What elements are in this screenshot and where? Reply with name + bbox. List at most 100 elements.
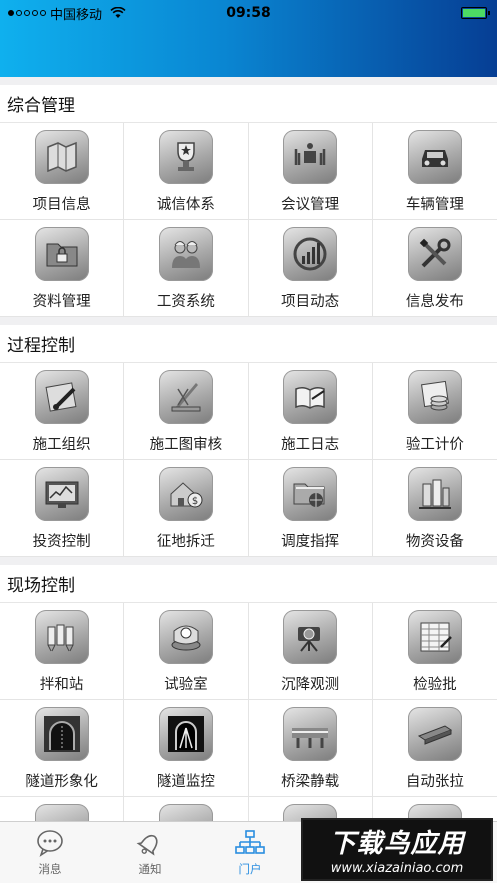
grid-item-label: 自动张拉	[405, 774, 464, 790]
grid-item-label: 隧道监控	[156, 774, 215, 790]
section-process-control: 过程控制 施工组织 施工图审核 施工日志 验工计价投资控制 $ 征地拆迁 调度指挥 物资设备	[0, 325, 497, 557]
section-comprehensive-management: 综合管理 项目信息 诚信体系 会议管理 车辆管理资料管理 工资系统 项目动态 信息发布	[0, 85, 497, 317]
grid-item[interactable]: 拌和站	[0, 603, 125, 700]
grid-item[interactable]: 投资控制	[0, 460, 125, 557]
open-book-icon	[283, 370, 338, 424]
section-grid: 施工组织 施工图审核 施工日志 验工计价投资控制 $ 征地拆迁 调度指挥 物资设备	[0, 363, 497, 557]
beam-icon	[407, 707, 462, 761]
grid-item[interactable]: 隧道监控	[124, 700, 249, 797]
section-title: 过程控制	[0, 325, 497, 363]
map-scroll-icon	[34, 130, 89, 184]
grid-item[interactable]: 会议管理	[248, 123, 373, 220]
car-icon	[407, 130, 462, 184]
grid-item-label: 信息发布	[405, 294, 464, 310]
grid-item-label: 拌和站	[39, 677, 84, 693]
grid-item[interactable]: 试验室	[124, 603, 249, 700]
section-site-control: 现场控制 拌和站 试验室 沉降观测 检验批隧道形象化 隧道监控 桥梁静载 自动张拉	[0, 565, 497, 797]
tab-notifications[interactable]: 通知	[100, 822, 200, 883]
grid-item[interactable]: 物资设备	[372, 460, 497, 557]
grid-item-label: 桥梁静载	[281, 774, 340, 790]
bar-chart-icon	[283, 227, 338, 281]
grid-item-label: 投资控制	[32, 534, 91, 550]
bell-icon	[136, 834, 158, 856]
grid-item[interactable]: 自动张拉	[372, 700, 497, 797]
grid-item[interactable]: 施工日志	[248, 363, 373, 460]
monitor-chart-icon	[34, 467, 89, 521]
grid-item-label: 资料管理	[32, 294, 91, 310]
silos-icon	[34, 610, 89, 664]
grid-item-label: 项目动态	[281, 294, 340, 310]
grid-item[interactable]: 沉降观测	[248, 603, 373, 700]
grid-item[interactable]: 工资系统	[124, 220, 249, 317]
grid-item[interactable]: 项目信息	[0, 123, 125, 220]
grid-item-label: 试验室	[164, 677, 208, 693]
grid-item-label: 工资系统	[156, 294, 215, 310]
grid-item-label: 诚信体系	[156, 197, 215, 213]
tools-icon	[407, 227, 462, 281]
grid-item-label: 施工日志	[281, 437, 340, 453]
calculator-coins-icon	[407, 370, 462, 424]
org-chart-icon	[235, 830, 265, 854]
camera-survey-icon	[283, 610, 338, 664]
house-dollar-icon: $	[158, 467, 213, 521]
workers-icon	[158, 227, 213, 281]
watermark-title: 下载鸟应用	[329, 829, 465, 859]
meeting-icon	[283, 130, 338, 184]
partial-grid-item[interactable]	[0, 797, 125, 821]
grid-item[interactable]: 调度指挥	[248, 460, 373, 557]
grid-item-label: 检验批	[413, 677, 457, 693]
grid-item-label: 调度指挥	[281, 534, 340, 550]
tab-label: 消息	[38, 862, 62, 876]
buildings-icon	[407, 467, 462, 521]
folder-globe-icon	[283, 467, 338, 521]
tab-portal[interactable]: 门户	[200, 822, 300, 883]
blueprint-pen-icon	[34, 370, 89, 424]
locked-folder-icon	[34, 227, 89, 281]
grid-item[interactable]: 施工组织	[0, 363, 125, 460]
grid-item-label: 沉降观测	[281, 677, 340, 693]
grid-item[interactable]: 施工图审核	[124, 363, 249, 460]
bridge-icon	[283, 707, 338, 761]
tunnel-monitor-icon	[158, 707, 213, 761]
grid-item-label: 物资设备	[405, 534, 464, 550]
tab-messages[interactable]: 消息	[0, 822, 100, 883]
drafting-tools-icon	[158, 370, 213, 424]
grid-item[interactable]: 隧道形象化	[0, 700, 125, 797]
grid-item[interactable]: 验工计价	[372, 363, 497, 460]
section-title: 综合管理	[0, 85, 497, 123]
watermark-logo: 下载鸟应用 www.xiazainiao.com	[301, 818, 493, 881]
grid-item[interactable]: 信息发布	[372, 220, 497, 317]
spreadsheet-icon	[407, 610, 462, 664]
grid-item-label: 隧道形象化	[25, 774, 98, 790]
grid-item[interactable]: 诚信体系	[124, 123, 249, 220]
grid-item-label: 车辆管理	[405, 197, 464, 213]
grid-item-label: 项目信息	[32, 197, 91, 213]
grid-item-label: 会议管理	[281, 197, 340, 213]
clock: 09:58	[226, 5, 271, 21]
lab-gauge-icon	[158, 610, 213, 664]
grid-item[interactable]: 车辆管理	[372, 123, 497, 220]
grid-item-label: 验工计价	[405, 437, 464, 453]
grid-item-label: 施工图审核	[149, 437, 223, 453]
tab-label: 通知	[138, 862, 162, 876]
trophy-icon	[158, 130, 213, 184]
portal-content[interactable]: 综合管理 项目信息 诚信体系 会议管理 车辆管理资料管理 工资系统 项目动态 信息发布 过程…	[0, 77, 497, 821]
grid-item[interactable]: 检验批	[372, 603, 497, 700]
grid-item[interactable]: 资料管理	[0, 220, 125, 317]
svg-text:$: $	[192, 496, 198, 507]
watermark-url: www.xiazainiao.com	[330, 861, 464, 876]
partial-grid-item[interactable]	[124, 797, 249, 821]
grid-item[interactable]: 桥梁静载	[248, 700, 373, 797]
grid-item-label: 施工组织	[32, 437, 91, 453]
grid-item-label: 征地拆迁	[156, 534, 215, 550]
section-grid: 项目信息 诚信体系 会议管理 车辆管理资料管理 工资系统 项目动态 信息发布	[0, 123, 497, 317]
header-bar: 中国移动 09:58	[0, 0, 497, 77]
tunnel-icon	[34, 707, 89, 761]
tab-label: 门户	[238, 862, 262, 876]
chat-bubble-icon	[37, 830, 63, 857]
section-grid: 拌和站 试验室 沉降观测 检验批隧道形象化 隧道监控 桥梁静载 自动张拉	[0, 603, 497, 797]
grid-item[interactable]: $ 征地拆迁	[124, 460, 249, 557]
status-bar: 中国移动 09:58	[0, 0, 497, 26]
grid-item[interactable]: 项目动态	[248, 220, 373, 317]
section-title: 现场控制	[0, 565, 497, 603]
